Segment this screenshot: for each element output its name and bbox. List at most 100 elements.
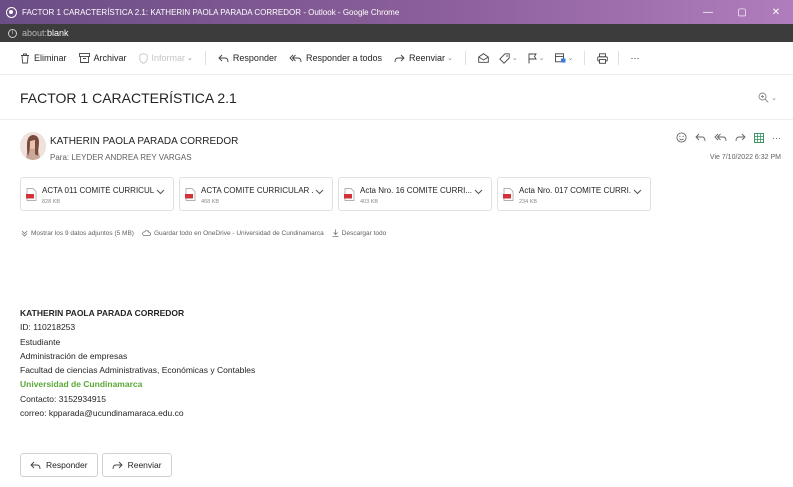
avatar[interactable] [20,132,46,160]
chevrons-down-icon [21,230,28,237]
subject-bar: FACTOR 1 CARACTERÍSTICA 2.1 ⌄ [0,76,793,120]
forward-label: Reenviar [409,53,446,63]
signature-name: KATHERIN PAOLA PARADA CORREDOR [20,308,185,318]
recipient-line: Para: LEYDER ANDREA REY VARGAS [50,153,192,162]
chevron-down-icon[interactable] [156,189,165,195]
footer-reply-label: Responder [46,460,88,470]
attachment-size: 403 KB [360,199,379,205]
footer-reply-button[interactable]: Responder [20,453,98,477]
attachment-card[interactable]: Acta Nro. 16 COMITE CURRI... 403 KB [338,177,492,211]
to-prefix: Para: [50,153,70,162]
apps-button[interactable] [754,132,764,143]
chevron-down-icon: ⌄ [771,94,777,102]
chevron-down-icon: ⌄ [447,55,453,62]
archive-button[interactable]: Archivar [78,53,127,63]
message-toolbar: Eliminar Archivar Informar ⌄ Responder R… [0,42,793,75]
attachment-card[interactable]: ACTA 011 COMITÉ CURRICUL... 828 KB [20,177,174,211]
info-icon[interactable]: i [8,28,17,38]
window-title: FACTOR 1 CARACTERÍSTICA 2.1: KATHERIN PA… [22,7,400,17]
flag-button[interactable]: ⌄ [528,53,545,64]
attachment-size: 234 KB [519,199,538,205]
grid-icon [754,132,764,143]
forward-icon-button[interactable] [735,133,746,142]
emoji-button[interactable] [676,132,687,143]
toolbar-divider [204,51,206,65]
footer-forward-label: Reenviar [127,460,162,470]
shield-icon [138,52,148,64]
more-label: ··· [630,53,640,63]
report-button[interactable]: Informar ⌄ [138,52,193,64]
download-all-label: Descargar todo [341,229,387,237]
pdf-icon [503,188,514,201]
download-icon [332,229,339,237]
toolbar-divider [617,51,619,65]
message-date: Vie 7/10/2022 6:32 PM [709,154,781,161]
printer-icon [596,52,608,64]
reply-icon [695,133,706,142]
forward-icon [112,461,123,469]
signature-university: Universidad de Cundinamarca [20,379,143,390]
more-actions-button[interactable]: ··· [631,53,640,63]
reply-all-button[interactable]: Responder a todos [289,53,382,63]
save-onedrive-label: Guardar todo en OneDrive - Universidad d… [153,229,324,237]
show-all-label: Mostrar los 9 datos adjuntos (5 MB) [31,229,134,237]
pdf-icon [185,188,196,201]
attachment-name: Acta Nro. 017 COMITE CURRI... [519,186,631,195]
minimize-button[interactable]: — [691,0,725,24]
restore-button[interactable]: ▢ [725,0,759,24]
message-header: KATHERIN PAOLA PARADA CORREDOR Para: LEY… [0,122,793,178]
attachment-size: 468 KB [201,199,220,205]
show-all-attachments-link[interactable]: Mostrar los 9 datos adjuntos (5 MB) [21,230,134,237]
download-all-link[interactable]: Descargar todo [332,229,386,237]
reply-label: Responder [232,53,277,63]
zoom-button[interactable]: ⌄ [758,92,777,103]
avatar-image [20,132,46,160]
window-titlebar: FACTOR 1 CARACTERÍSTICA 2.1: KATHERIN PA… [0,0,793,24]
reply-button[interactable]: Responder [218,53,277,63]
archive-label: Archivar [93,53,127,63]
address-bar[interactable]: i about: blank [0,24,793,42]
chevron-down-icon[interactable] [474,189,483,195]
reply-icon-button[interactable] [695,133,706,142]
move-button[interactable]: ⌄ [554,53,574,63]
reply-all-icon-button[interactable] [714,133,727,142]
delete-button[interactable]: Eliminar [20,53,67,64]
close-button[interactable]: ✕ [759,0,793,24]
toolbar-divider [464,51,466,65]
url-scheme: about: [22,28,48,38]
attachment-card[interactable]: Acta Nro. 017 COMITE CURRI... 234 KB [497,177,651,211]
attachment-size: 828 KB [42,199,61,205]
toolbar-divider [583,51,585,65]
reply-all-icon [714,133,727,142]
chevron-down-icon[interactable] [315,189,324,195]
folder-move-icon [554,53,566,63]
message-actions: ··· [668,132,781,143]
mark-read-button[interactable] [478,53,489,63]
signature-contact: Contacto: 3152934915 [20,393,107,404]
pdf-icon [26,188,37,201]
categorize-button[interactable]: ⌄ [499,52,518,64]
signature-email[interactable]: correo: kpparada@ucundinamaraca.edu.co [20,406,255,420]
chevron-down-icon: ⌄ [187,55,193,62]
signature-program: Administración de empresas [20,350,128,361]
recipient-name[interactable]: LEYDER ANDREA REY VARGAS [71,153,191,162]
window-controls: — ▢ ✕ [691,0,793,24]
url-host: blank [47,28,69,38]
attachment-name: Acta Nro. 16 COMITE CURRI... [360,186,472,195]
attachment-actions: Mostrar los 9 datos adjuntos (5 MB) Guar… [21,229,394,237]
attachment-card[interactable]: ACTA COMITE CURRICULAR ... 468 KB [179,177,333,211]
reply-bar: Responder Reenviar [20,453,176,477]
flag-icon [528,53,537,63]
more-options-button[interactable]: ··· [772,133,781,143]
sender-name[interactable]: KATHERIN PAOLA PARADA CORREDOR [50,136,238,147]
save-onedrive-link[interactable]: Guardar todo en OneDrive - Universidad d… [142,230,324,237]
trash-icon [21,53,29,63]
pdf-icon [344,188,355,201]
archive-icon [78,53,90,63]
print-button[interactable] [596,52,608,64]
footer-forward-button[interactable]: Reenviar [101,453,172,477]
forward-button[interactable]: Reenviar ⌄ [394,53,453,63]
chrome-icon [6,6,17,18]
chevron-down-icon[interactable] [633,189,642,195]
smiley-icon [676,132,687,143]
